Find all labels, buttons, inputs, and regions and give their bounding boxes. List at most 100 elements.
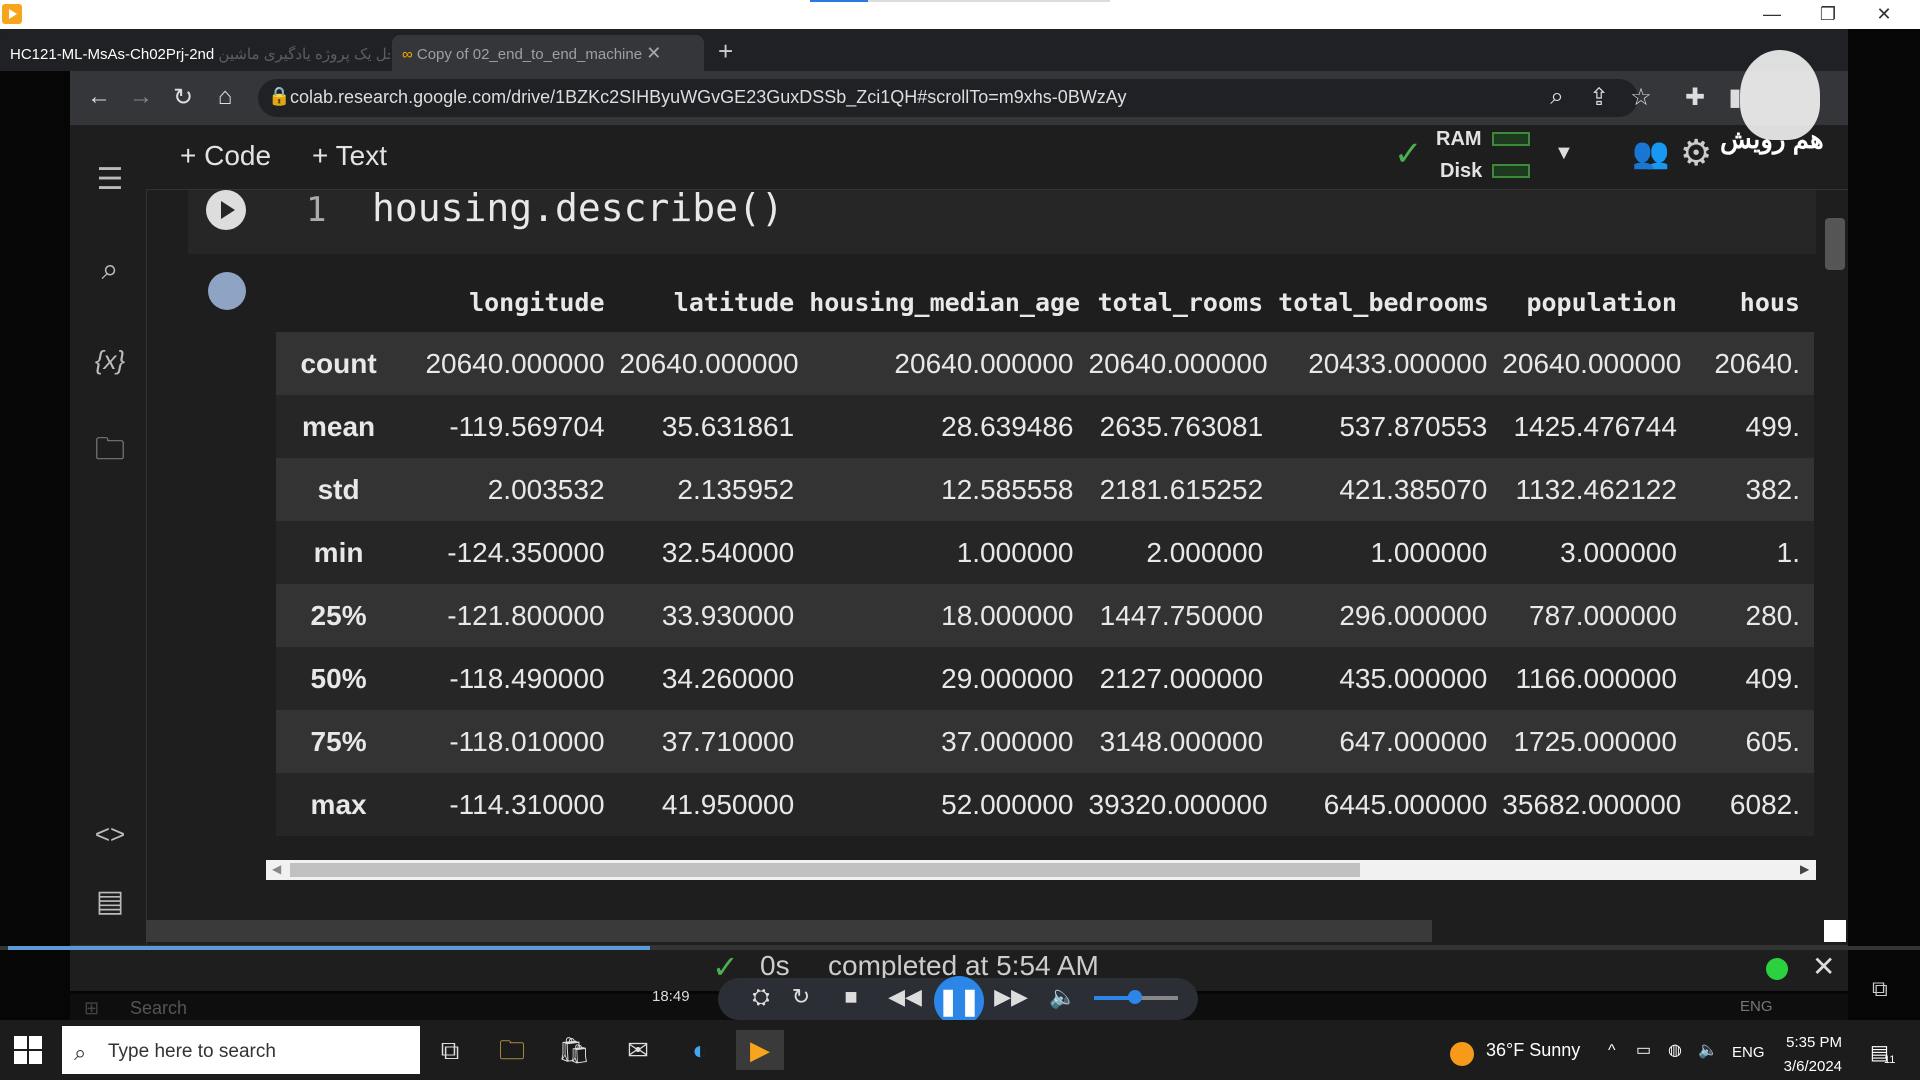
url-text[interactable]: colab.research.google.com/drive/1BZKc2SI…	[290, 87, 1127, 108]
table-cell: 409.	[1690, 647, 1814, 710]
settings-gear-icon[interactable]: ⚙	[1680, 132, 1712, 174]
close-status-icon[interactable]: ✕	[1812, 950, 1835, 983]
table-cell: 787.000000	[1501, 584, 1691, 647]
windows-start-icon[interactable]	[14, 1036, 42, 1064]
new-tab-button[interactable]: +	[718, 36, 733, 67]
table-cell: 20640.	[1690, 332, 1814, 395]
row-index-label: max	[276, 773, 401, 836]
toc-icon[interactable]: ☰	[88, 160, 132, 200]
taskbar-search-placeholder[interactable]: Type here to search	[108, 1041, 276, 1063]
pause-button[interactable]: ❚❚	[934, 976, 984, 1026]
table-row: max -114.310000 41.950000 52.000000 39320.00…	[276, 773, 1814, 836]
minimize-button[interactable]: —	[1752, 2, 1792, 26]
back-arrow-icon[interactable]: ←	[84, 83, 114, 111]
table-cell: 647.000000	[1277, 710, 1502, 773]
battery-icon[interactable]: ▭	[1636, 1040, 1651, 1060]
terminal-icon[interactable]: ▤	[88, 882, 132, 922]
share-people-icon[interactable]: 👥	[1632, 136, 1669, 171]
row-index-label: 75%	[276, 710, 401, 773]
connected-check-icon: ✓	[1394, 135, 1423, 173]
code-text[interactable]: housing.describe()	[372, 186, 784, 230]
tab-colab-notebook[interactable]: ∞ Copy of 02_end_to_end_machine ✕	[392, 35, 704, 71]
file-explorer-icon[interactable]: 🗀	[488, 1030, 536, 1070]
column-header: population	[1526, 287, 1677, 317]
scroll-right-arrow-icon[interactable]: ▶	[1800, 862, 1809, 876]
weather-text[interactable]: 36°F Sunny	[1486, 1040, 1580, 1061]
clock-time[interactable]: 5:35 PM	[1786, 1034, 1842, 1051]
scroll-left-arrow-icon[interactable]: ◀	[272, 862, 281, 876]
reload-icon[interactable]: ↻	[168, 83, 198, 112]
table-cell: 29.000000	[808, 647, 1088, 710]
runtime-dropdown-icon[interactable]: ▼	[1554, 142, 1574, 165]
add-text-button[interactable]: + Text	[312, 140, 387, 172]
mail-icon[interactable]: ✉	[614, 1030, 662, 1070]
popout-icon[interactable]: ⧉	[1872, 976, 1888, 1002]
language-indicator[interactable]: ENG	[1732, 1044, 1765, 1061]
search-icon: ⌕	[74, 1040, 87, 1065]
table-cell: 1425.476744	[1501, 395, 1691, 458]
table-cell: 2.135952	[618, 458, 809, 521]
row-index-label: count	[276, 332, 401, 395]
table-cell: -118.490000	[400, 647, 619, 710]
table-row: count 20640.000000 20640.000000 20640.00000…	[276, 332, 1814, 395]
snapshot-icon[interactable]: ⛭	[744, 984, 778, 1010]
table-cell: 1447.750000	[1087, 584, 1278, 647]
table-cell: 6082.	[1690, 773, 1814, 836]
fast-forward-icon[interactable]: ▶▶	[994, 984, 1028, 1010]
zoom-icon[interactable]: ⌕	[1542, 83, 1572, 111]
close-window-button[interactable]: ✕	[1864, 2, 1904, 26]
media-player-icon[interactable]: ▶	[736, 1030, 784, 1070]
player-top-track-fill	[810, 0, 868, 2]
vertical-scroll-thumb[interactable]	[1825, 218, 1845, 270]
edge-icon[interactable]: ◐	[676, 1030, 724, 1070]
player-logo-icon	[2, 4, 22, 24]
table-cell: 1166.000000	[1501, 647, 1691, 710]
table-cell: 52.000000	[808, 773, 1088, 836]
run-cell-button[interactable]	[206, 190, 246, 230]
column-header: longitude	[469, 287, 605, 317]
column-header: latitude	[673, 287, 795, 317]
tab-label: Copy of 02_end_to_end_machine	[416, 46, 643, 63]
extensions-icon[interactable]: ✚	[1680, 83, 1710, 112]
home-icon[interactable]: ⌂	[210, 83, 240, 111]
code-snippets-icon[interactable]: <>	[88, 814, 132, 854]
elapsed-time: 18:49	[652, 988, 690, 1005]
stop-icon[interactable]: ■	[834, 984, 868, 1010]
task-view-icon[interactable]: ⧉	[426, 1030, 474, 1070]
table-cell: 6445.000000	[1277, 773, 1502, 836]
colab-icon: ∞	[402, 46, 417, 63]
repeat-icon[interactable]: ↻	[784, 984, 818, 1010]
tray-chevron-icon[interactable]: ^	[1608, 1042, 1616, 1060]
clock-date[interactable]: 3/6/2024	[1780, 1058, 1842, 1075]
table-cell: 20640.000000	[400, 332, 619, 395]
cell-horizontal-scrollbar[interactable]	[146, 920, 1432, 942]
table-scroll-thumb[interactable]	[290, 863, 1360, 877]
close-icon[interactable]: ✕	[646, 43, 661, 63]
folder-icon[interactable]: 🗀	[88, 430, 132, 470]
table-cell: 41.950000	[618, 773, 809, 836]
table-cell: 20640.000000	[618, 332, 809, 395]
row-index-label: min	[276, 521, 401, 584]
table-cell: 435.000000	[1277, 647, 1502, 710]
column-header: total_bedrooms	[1278, 287, 1489, 317]
add-code-button[interactable]: + Code	[180, 140, 271, 172]
row-index-label: std	[276, 458, 401, 521]
table-cell: 35.631861	[618, 395, 809, 458]
describe-output-table: longitude latitude housing_median_age to…	[276, 272, 1814, 836]
table-cell: 20640.000000	[1087, 332, 1278, 395]
volume-icon[interactable]: 🔈	[1046, 984, 1080, 1010]
table-cell: 280.	[1690, 584, 1814, 647]
table-cell: -121.800000	[400, 584, 619, 647]
volume-knob[interactable]	[1128, 990, 1142, 1004]
forward-arrow-icon[interactable]: →	[126, 83, 156, 111]
bookmark-star-icon[interactable]: ☆	[1626, 83, 1656, 112]
network-globe-icon[interactable]: ◍	[1668, 1040, 1682, 1060]
store-icon[interactable]: 🛍	[550, 1030, 598, 1070]
tab-mراحل[interactable]: HC121-ML-MsAs-Ch02Prj-2nd مراحل یک پروژه…	[0, 35, 390, 71]
rewind-icon[interactable]: ◀◀	[888, 984, 922, 1010]
variables-icon[interactable]: {x}	[88, 340, 132, 380]
share-icon[interactable]: ⇪	[1584, 83, 1614, 112]
maximize-button[interactable]: ❐	[1808, 2, 1848, 26]
speaker-icon[interactable]: 🔈	[1698, 1040, 1718, 1060]
search-icon[interactable]: ⌕	[88, 250, 132, 290]
